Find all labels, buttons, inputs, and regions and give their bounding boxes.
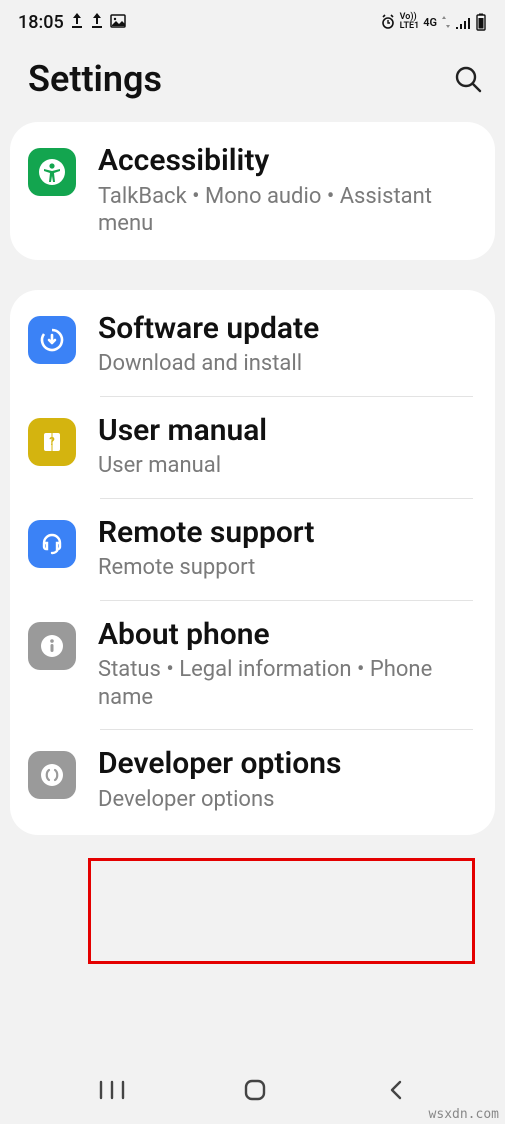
settings-group: Accessibility TalkBack • Mono audio • As… [10,122,495,260]
settings-item-developer-options[interactable]: Developer options Developer options [10,729,495,831]
battery-icon [475,13,487,31]
settings-item-text: Software update Download and install [98,312,473,378]
settings-item-subtitle: Status • Legal information • Phone name [98,656,473,711]
page-header: Settings [0,40,505,122]
home-button[interactable] [243,1078,267,1106]
alarm-icon [380,14,396,30]
settings-item-user-manual[interactable]: ? User manual User manual [10,396,495,498]
watermark: wsxdn.com [429,1107,499,1122]
settings-item-title: About phone [98,618,473,653]
settings-item-software-update[interactable]: Software update Download and install [10,294,495,396]
settings-item-subtitle: User manual [98,452,473,480]
settings-item-title: Accessibility [98,144,473,179]
image-icon [110,12,126,33]
settings-item-text: User manual User manual [98,414,473,480]
highlight-box [88,858,475,964]
status-bar: 18:05 Vo))LTE1 4G [0,0,505,40]
search-icon [453,64,483,94]
status-right: Vo))LTE1 4G [380,13,487,31]
signal-icon [455,15,471,29]
settings-item-text: Remote support Remote support [98,516,473,582]
recents-button[interactable] [99,1080,125,1104]
settings-item-accessibility[interactable]: Accessibility TalkBack • Mono audio • As… [10,126,495,256]
settings-item-subtitle: Developer options [98,786,473,814]
settings-item-text: Developer options Developer options [98,747,473,813]
remote-support-icon [28,520,76,568]
settings-item-title: Software update [98,312,473,347]
status-left: 18:05 [18,12,126,33]
upload-icon [70,12,84,33]
about-phone-icon [28,622,76,670]
settings-item-title: User manual [98,414,473,449]
updown-icon [441,15,451,29]
user-manual-icon: ? [28,418,76,466]
volte-indicator: Vo))LTE1 [400,13,420,31]
settings-item-subtitle: TalkBack • Mono audio • Assistant menu [98,183,473,238]
page-title: Settings [28,58,162,100]
upload-icon [90,12,104,33]
software-update-icon [28,316,76,364]
back-button[interactable] [386,1078,406,1106]
network-indicator: 4G [423,16,437,29]
accessibility-icon [28,148,76,196]
settings-item-text: Accessibility TalkBack • Mono audio • As… [98,144,473,238]
settings-item-about-phone[interactable]: About phone Status • Legal information •… [10,600,495,730]
settings-item-title: Remote support [98,516,473,551]
settings-item-subtitle: Remote support [98,554,473,582]
svg-text:?: ? [49,435,55,448]
status-time: 18:05 [18,12,64,33]
settings-item-text: About phone Status • Legal information •… [98,618,473,712]
settings-item-title: Developer options [98,747,473,782]
developer-options-icon [28,751,76,799]
search-button[interactable] [451,62,485,96]
settings-item-remote-support[interactable]: Remote support Remote support [10,498,495,600]
settings-group: Software update Download and install ? U… [10,290,495,836]
settings-item-subtitle: Download and install [98,350,473,378]
